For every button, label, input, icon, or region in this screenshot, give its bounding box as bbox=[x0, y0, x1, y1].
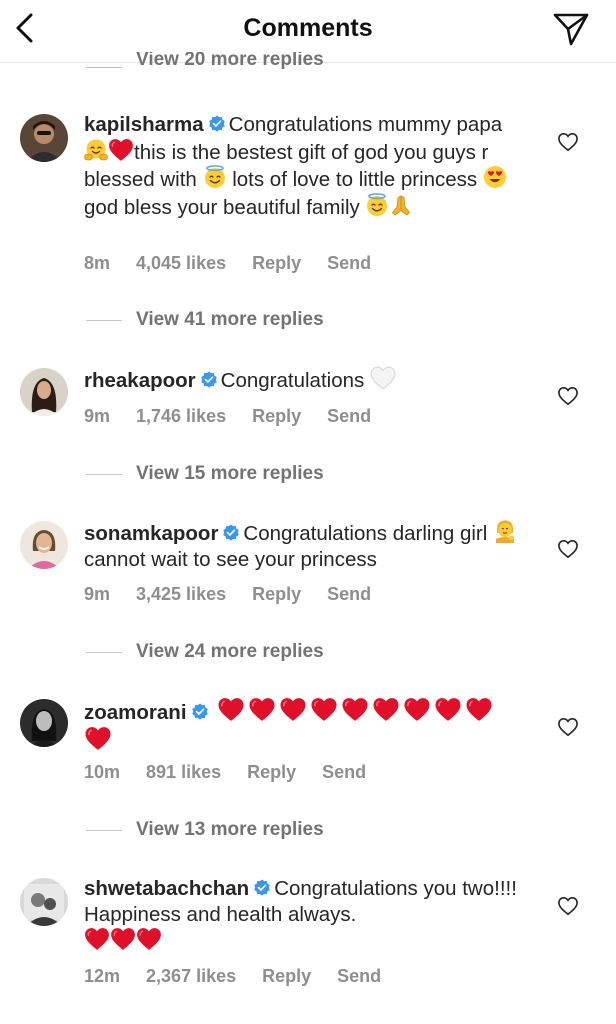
folded-hands-emoji bbox=[389, 193, 413, 217]
reply-button[interactable]: Reply bbox=[252, 253, 301, 274]
red-heart-emoji bbox=[108, 138, 134, 162]
comment-item: kapilsharma Congratulations mummy papa th… bbox=[0, 112, 616, 342]
person-tipping-hand-emoji bbox=[493, 519, 517, 543]
view-replies-link[interactable]: View 15 more replies bbox=[86, 463, 324, 485]
red-heart-emoji bbox=[248, 697, 276, 722]
verified-badge-icon bbox=[222, 524, 240, 542]
comment-username[interactable]: shwetabachchan bbox=[84, 877, 249, 900]
view-replies-label: View 20 more replies bbox=[136, 52, 324, 70]
avatar[interactable] bbox=[20, 521, 68, 569]
divider-line bbox=[86, 319, 122, 321]
red-heart-emoji bbox=[110, 927, 136, 951]
avatar[interactable] bbox=[20, 114, 68, 162]
smiling-face-with-halo-emoji bbox=[365, 193, 389, 217]
comment-body: Congratulations bbox=[220, 369, 370, 392]
comment-text: sonamkapoor Congratulations darling girl … bbox=[84, 519, 522, 572]
like-heart-icon[interactable] bbox=[557, 896, 579, 916]
red-heart-emoji bbox=[341, 697, 369, 722]
view-replies-link[interactable]: View 13 more replies bbox=[86, 819, 324, 841]
comment-time: 8m bbox=[84, 253, 111, 273]
comment-meta: 9m 3,425 likes Reply Send bbox=[84, 584, 397, 605]
comment-meta: 10m 891 likes Reply Send bbox=[84, 762, 392, 783]
comment-username[interactable]: sonamkapoor bbox=[84, 522, 218, 545]
direct-send-icon[interactable] bbox=[552, 12, 590, 46]
send-button[interactable]: Send bbox=[322, 762, 366, 783]
comment-item: sonamkapoor Congratulations darling girl … bbox=[0, 519, 616, 675]
comment-username[interactable]: rheakapoor bbox=[84, 369, 196, 392]
red-heart-emoji bbox=[84, 726, 112, 751]
heart-eyes-emoji bbox=[483, 165, 507, 189]
like-heart-icon[interactable] bbox=[557, 539, 579, 559]
red-heart-emoji bbox=[279, 697, 307, 722]
comment-username[interactable]: kapilsharma bbox=[84, 113, 204, 136]
reply-button[interactable]: Reply bbox=[262, 966, 311, 987]
reply-button[interactable]: Reply bbox=[252, 584, 301, 605]
reply-button[interactable]: Reply bbox=[252, 406, 301, 427]
comment-item: zoamorani 10m 891 likes Reply Send View … bbox=[0, 697, 616, 853]
comment-item: rheakapoor Congratulations 9m 1,746 likes… bbox=[0, 366, 616, 496]
verified-badge-icon bbox=[253, 879, 271, 897]
send-button[interactable]: Send bbox=[337, 966, 381, 987]
divider-line bbox=[86, 473, 122, 475]
comment-body: Congratulations mummy papa bbox=[228, 113, 503, 136]
verified-badge-icon bbox=[208, 115, 226, 133]
divider-line bbox=[86, 651, 122, 653]
comment-item: shwetabachchan Congratulations you two!!!… bbox=[0, 876, 616, 996]
comment-time: 10m bbox=[84, 762, 121, 782]
comment-likes[interactable]: 3,425 likes bbox=[136, 584, 226, 605]
comment-time: 9m bbox=[84, 406, 111, 426]
divider-line bbox=[86, 66, 122, 68]
red-heart-emoji bbox=[310, 697, 338, 722]
comment-time: 12m bbox=[84, 966, 121, 986]
view-replies-link[interactable]: View 20 more replies bbox=[86, 52, 324, 74]
red-heart-emoji bbox=[465, 697, 493, 722]
red-heart-emoji bbox=[217, 697, 245, 722]
view-replies-label: View 41 more replies bbox=[136, 309, 324, 330]
like-heart-icon[interactable] bbox=[557, 132, 579, 152]
red-heart-emoji bbox=[434, 697, 462, 722]
comment-text: shwetabachchan Congratulations you two!!!… bbox=[84, 876, 522, 955]
send-button[interactable]: Send bbox=[327, 584, 371, 605]
view-replies-label: View 24 more replies bbox=[136, 641, 324, 662]
like-heart-icon[interactable] bbox=[557, 717, 579, 737]
comment-likes[interactable]: 2,367 likes bbox=[146, 966, 236, 987]
comment-body: lots of love to little princess bbox=[226, 168, 483, 191]
smiling-face-with-halo-emoji bbox=[203, 165, 227, 189]
send-button[interactable]: Send bbox=[327, 406, 371, 427]
comment-meta: 8m 4,045 likes Reply Send bbox=[84, 253, 397, 274]
verified-badge-icon bbox=[200, 371, 218, 389]
red-heart-emoji bbox=[136, 927, 162, 951]
red-heart-emoji bbox=[84, 927, 110, 951]
view-replies-label: View 13 more replies bbox=[136, 819, 324, 840]
avatar[interactable] bbox=[20, 368, 68, 416]
comment-meta: 12m 2,367 likes Reply Send bbox=[84, 966, 407, 987]
red-heart-emoji bbox=[403, 697, 431, 722]
like-heart-icon[interactable] bbox=[557, 386, 579, 406]
white-heart-emoji bbox=[370, 366, 396, 390]
comment-meta: 9m 1,746 likes Reply Send bbox=[84, 406, 397, 427]
comment-body: cannot wait to see your princess bbox=[84, 547, 377, 571]
comment-time: 9m bbox=[84, 584, 111, 604]
comment-text: zoamorani bbox=[84, 697, 522, 754]
comment-text: kapilsharma Congratulations mummy papa th… bbox=[84, 112, 522, 220]
avatar[interactable] bbox=[20, 878, 68, 926]
send-button[interactable]: Send bbox=[327, 253, 371, 274]
divider-line bbox=[86, 829, 122, 831]
avatar[interactable] bbox=[20, 699, 68, 747]
view-replies-link[interactable]: View 41 more replies bbox=[86, 309, 324, 331]
hugging-face-emoji bbox=[84, 138, 108, 162]
verified-badge-icon bbox=[191, 703, 209, 721]
comment-body: god bless your beautiful family bbox=[84, 195, 366, 219]
comment-likes[interactable]: 891 likes bbox=[146, 762, 221, 783]
comment-username[interactable]: zoamorani bbox=[84, 701, 187, 724]
comment-body: Congratulations darling girl bbox=[243, 522, 493, 545]
view-replies-label: View 15 more replies bbox=[136, 463, 324, 484]
comment-likes[interactable]: 4,045 likes bbox=[136, 253, 226, 274]
red-heart-emoji bbox=[372, 697, 400, 722]
reply-button[interactable]: Reply bbox=[247, 762, 296, 783]
comment-text: rheakapoor Congratulations bbox=[84, 366, 522, 394]
page-title: Comments bbox=[243, 14, 373, 42]
comment-likes[interactable]: 1,746 likes bbox=[136, 406, 226, 427]
view-replies-link[interactable]: View 24 more replies bbox=[86, 641, 324, 663]
